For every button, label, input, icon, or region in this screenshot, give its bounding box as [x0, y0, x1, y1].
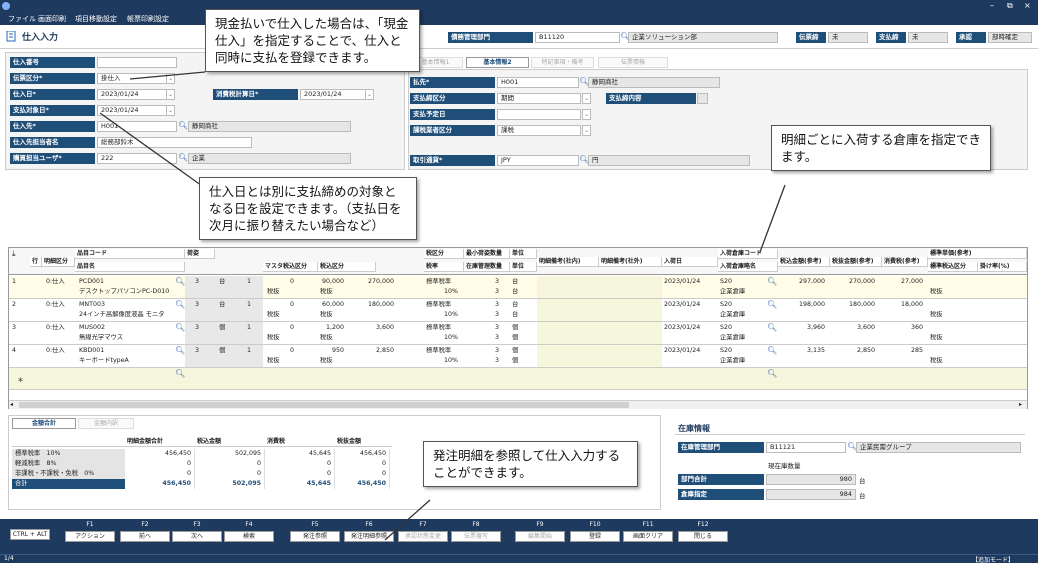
callout-order-reference: 発注明細を参照して仕入入力することができます。 [423, 441, 638, 487]
callout-warehouse: 明細ごとに入荷する倉庫を指定できます。 [771, 125, 991, 171]
callout-pay-target-date: 仕入日とは別に支払締めの対象となる日を設定できます。（支払日を次月に振り替えたい… [199, 177, 417, 240]
callout-cash-purchase: 現金払いで仕入した場合は、「現金仕入」を指定することで、仕入と同時に支払を登録で… [205, 9, 420, 72]
